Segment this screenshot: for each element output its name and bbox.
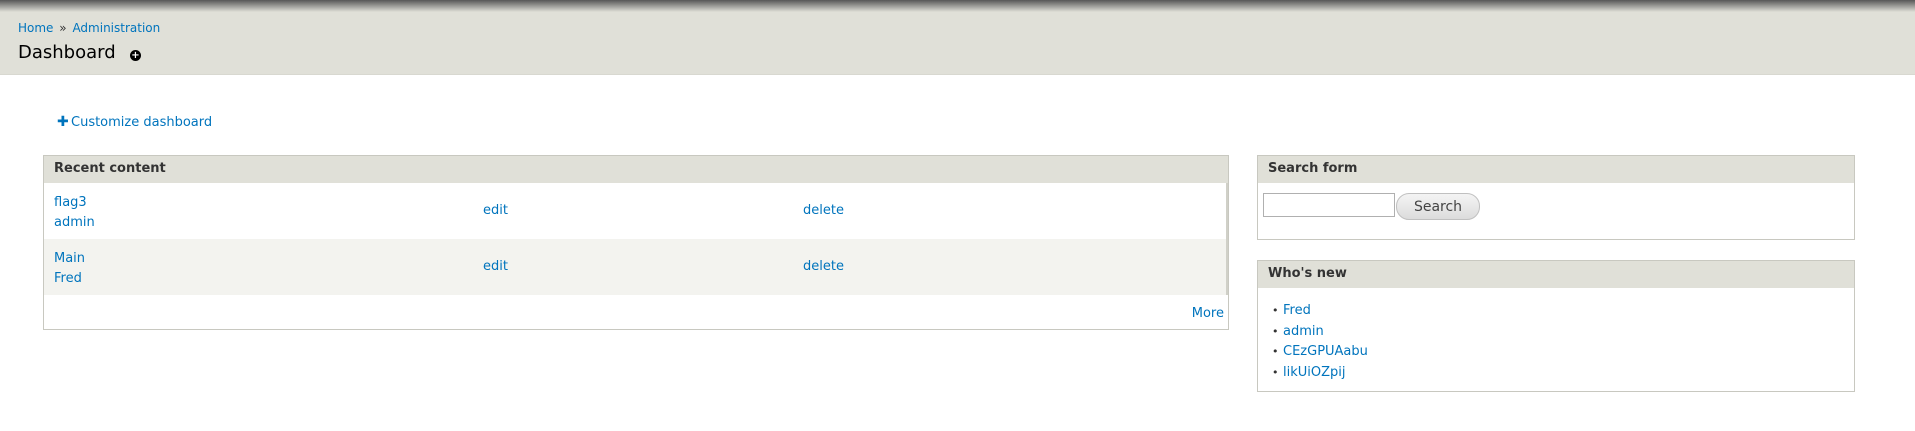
delete-link[interactable]: delete xyxy=(803,259,844,274)
user-link[interactable]: Fred xyxy=(1283,303,1311,318)
search-form-block: Search form Search xyxy=(1257,155,1855,240)
bullet-icon: • xyxy=(1272,365,1279,379)
user-list: • Fred • admin • CEzGPUAabu • likUiOZpij xyxy=(1272,301,1368,383)
whos-new-title: Who's new xyxy=(1258,261,1854,288)
add-shortcut-icon[interactable]: + xyxy=(130,50,141,61)
content-title-link[interactable]: flag3 xyxy=(54,195,87,210)
list-item: • admin xyxy=(1272,322,1368,343)
bullet-icon: • xyxy=(1272,324,1279,338)
list-item: • Fred xyxy=(1272,301,1368,322)
more-link[interactable]: More xyxy=(1192,306,1224,321)
breadcrumb-separator: » xyxy=(59,21,67,35)
content-author-link[interactable]: Fred xyxy=(54,271,82,286)
search-input[interactable] xyxy=(1263,193,1395,217)
edit-link[interactable]: edit xyxy=(483,259,508,274)
breadcrumb: Home » Administration xyxy=(18,21,160,35)
content-cell: flag3 admin xyxy=(54,193,95,233)
top-shadow xyxy=(0,0,1915,12)
user-link[interactable]: admin xyxy=(1283,324,1324,339)
recent-content-block: Recent content flag3 admin edit delete M… xyxy=(43,155,1229,330)
search-button[interactable]: Search xyxy=(1396,193,1480,220)
bullet-icon: • xyxy=(1272,345,1279,358)
list-item: • CEzGPUAabu xyxy=(1272,342,1368,363)
recent-content-title: Recent content xyxy=(44,156,1228,183)
breadcrumb-administration-link[interactable]: Administration xyxy=(72,21,160,35)
breadcrumb-home-link[interactable]: Home xyxy=(18,21,53,35)
user-link[interactable]: likUiOZpij xyxy=(1283,365,1346,380)
table-row: Main Fred edit delete xyxy=(44,239,1228,295)
content-title-link[interactable]: Main xyxy=(54,251,85,266)
customize-dashboard-link[interactable]: ✚ Customize dashboard xyxy=(57,114,212,130)
page-header: Home » Administration Dashboard + xyxy=(0,0,1915,75)
content-cell: Main Fred xyxy=(54,249,85,289)
content-author-link[interactable]: admin xyxy=(54,215,95,230)
list-item: • likUiOZpij xyxy=(1272,363,1368,384)
edit-link[interactable]: edit xyxy=(483,203,508,218)
page-title: Dashboard xyxy=(18,42,116,63)
delete-link[interactable]: delete xyxy=(803,203,844,218)
bullet-icon: • xyxy=(1272,304,1279,317)
table-row: flag3 admin edit delete xyxy=(44,183,1228,239)
search-form-title: Search form xyxy=(1258,156,1854,183)
customize-dashboard-label: Customize dashboard xyxy=(71,115,213,130)
whos-new-block: Who's new • Fred • admin • CEzGPUAabu • likU… xyxy=(1257,260,1855,392)
plus-icon: ✚ xyxy=(57,114,69,130)
user-link[interactable]: CEzGPUAabu xyxy=(1283,344,1368,359)
